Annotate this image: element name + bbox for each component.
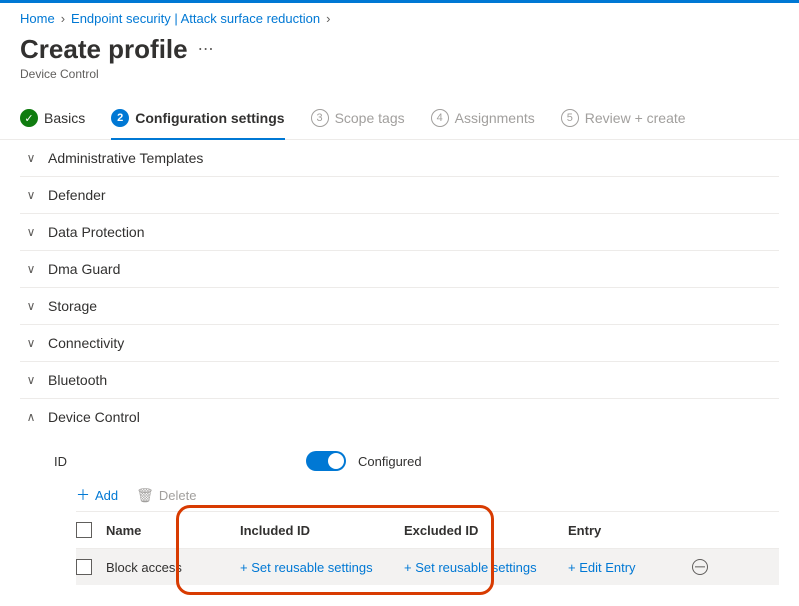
step-number-icon: 2 xyxy=(111,109,129,127)
section-label: Data Protection xyxy=(48,224,145,240)
step-basics[interactable]: ✓ Basics xyxy=(20,99,85,139)
step-label: Assignments xyxy=(455,110,535,126)
chevron-right-icon: › xyxy=(326,11,330,26)
chevron-down-icon: ∨ xyxy=(24,151,38,165)
section-label: Bluetooth xyxy=(48,372,107,388)
plus-icon: ＋ xyxy=(76,485,90,505)
section-storage[interactable]: ∨ Storage xyxy=(20,288,779,325)
remove-row-icon[interactable] xyxy=(692,559,708,575)
edit-entry-link[interactable]: + Edit Entry xyxy=(568,560,688,575)
section-connectivity[interactable]: ∨ Connectivity xyxy=(20,325,779,362)
chevron-down-icon: ∨ xyxy=(24,336,38,350)
chevron-up-icon: ∧ xyxy=(24,410,38,424)
section-data-protection[interactable]: ∨ Data Protection xyxy=(20,214,779,251)
step-number-icon: 3 xyxy=(311,109,329,127)
step-label: Configuration settings xyxy=(135,110,284,126)
checkmark-icon: ✓ xyxy=(20,109,38,127)
table-row: Block access + Set reusable settings + S… xyxy=(76,549,779,585)
breadcrumb-section[interactable]: Endpoint security | Attack surface reduc… xyxy=(71,11,320,26)
breadcrumb-home[interactable]: Home xyxy=(20,11,55,26)
excluded-id-link[interactable]: + Set reusable settings xyxy=(404,560,564,575)
section-device-control[interactable]: ∧ Device Control xyxy=(20,399,779,435)
included-id-link[interactable]: + Set reusable settings xyxy=(240,560,400,575)
step-assignments[interactable]: 4 Assignments xyxy=(431,99,535,139)
section-administrative-templates[interactable]: ∨ Administrative Templates xyxy=(20,140,779,177)
chevron-down-icon: ∨ xyxy=(24,373,38,387)
row-checkbox[interactable] xyxy=(76,559,92,575)
wizard-steps: ✓ Basics 2 Configuration settings 3 Scop… xyxy=(0,99,799,140)
section-defender[interactable]: ∨ Defender xyxy=(20,177,779,214)
col-excluded: Excluded ID xyxy=(404,523,564,538)
configured-toggle[interactable] xyxy=(306,451,346,471)
delete-label: Delete xyxy=(159,488,197,503)
step-review-create[interactable]: 5 Review + create xyxy=(561,99,686,139)
row-name: Block access xyxy=(106,560,236,575)
section-label: Device Control xyxy=(48,409,140,425)
trash-icon: 🗑 xyxy=(136,487,154,504)
chevron-down-icon: ∨ xyxy=(24,225,38,239)
id-label: ID xyxy=(54,454,294,469)
chevron-right-icon: › xyxy=(61,11,65,26)
page-title: Create profile xyxy=(20,34,188,65)
step-configuration-settings[interactable]: 2 Configuration settings xyxy=(111,99,284,139)
section-label: Storage xyxy=(48,298,97,314)
page-subtitle: Device Control xyxy=(0,65,799,99)
section-label: Defender xyxy=(48,187,106,203)
section-label: Connectivity xyxy=(48,335,124,351)
step-label: Basics xyxy=(44,110,85,126)
section-label: Administrative Templates xyxy=(48,150,203,166)
section-bluetooth[interactable]: ∨ Bluetooth xyxy=(20,362,779,399)
more-icon[interactable]: ⋯ xyxy=(198,42,214,58)
section-dma-guard[interactable]: ∨ Dma Guard xyxy=(20,251,779,288)
settings-accordion: ∨ Administrative Templates ∨ Defender ∨ … xyxy=(0,140,799,595)
section-label: Dma Guard xyxy=(48,261,120,277)
add-label: Add xyxy=(95,488,118,503)
step-number-icon: 4 xyxy=(431,109,449,127)
col-entry: Entry xyxy=(568,523,688,538)
toggle-state-label: Configured xyxy=(358,454,422,469)
step-number-icon: 5 xyxy=(561,109,579,127)
col-name: Name xyxy=(106,523,236,538)
chevron-down-icon: ∨ xyxy=(24,262,38,276)
table-header: Name Included ID Excluded ID Entry xyxy=(76,511,779,549)
add-button[interactable]: ＋ Add xyxy=(76,485,118,505)
breadcrumb: Home › Endpoint security | Attack surfac… xyxy=(0,3,799,30)
select-all-checkbox[interactable] xyxy=(76,522,92,538)
chevron-down-icon: ∨ xyxy=(24,299,38,313)
step-label: Scope tags xyxy=(335,110,405,126)
id-rules-table: Name Included ID Excluded ID Entry Block… xyxy=(20,511,779,585)
delete-button[interactable]: 🗑 Delete xyxy=(136,487,196,504)
step-scope-tags[interactable]: 3 Scope tags xyxy=(311,99,405,139)
chevron-down-icon: ∨ xyxy=(24,188,38,202)
col-included: Included ID xyxy=(240,523,400,538)
step-label: Review + create xyxy=(585,110,686,126)
device-control-body: ID Configured ＋ Add 🗑 Delete Name Includ… xyxy=(20,435,779,595)
